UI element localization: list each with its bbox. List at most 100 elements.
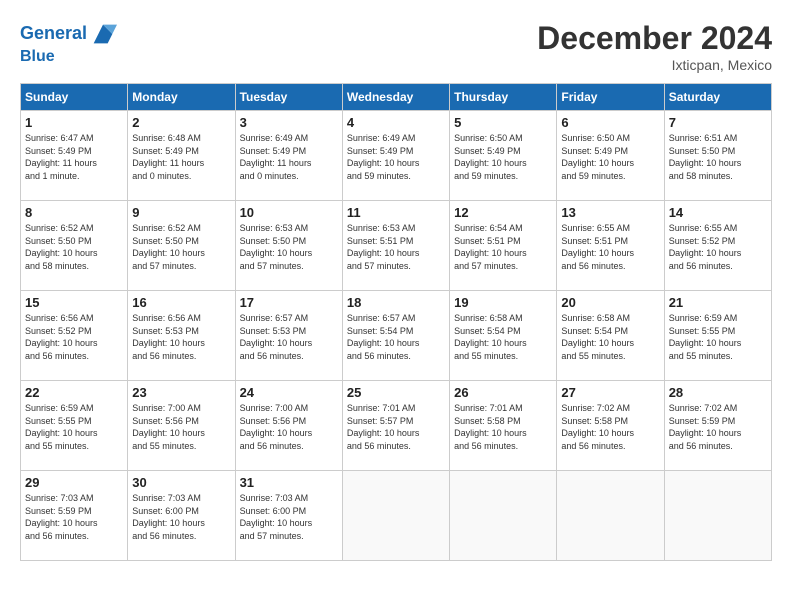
day-info: Sunrise: 6:59 AMSunset: 5:55 PMDaylight:…: [25, 402, 123, 452]
day-number: 1: [25, 115, 123, 130]
day-number: 24: [240, 385, 338, 400]
day-number: 9: [132, 205, 230, 220]
calendar-cell: 9 Sunrise: 6:52 AMSunset: 5:50 PMDaylight…: [128, 201, 235, 291]
calendar-cell: 24 Sunrise: 7:00 AMSunset: 5:56 PMDayligh…: [235, 381, 342, 471]
location-title: Ixticpan, Mexico: [537, 57, 772, 73]
day-info: Sunrise: 6:59 AMSunset: 5:55 PMDaylight:…: [669, 312, 767, 362]
calendar-cell: 6Sunrise: 6:50 AMSunset: 5:49 PMDaylight…: [557, 111, 664, 201]
day-info: Sunrise: 6:57 AMSunset: 5:53 PMDaylight:…: [240, 312, 338, 362]
calendar-cell: 26 Sunrise: 7:01 AMSunset: 5:58 PMDayligh…: [450, 381, 557, 471]
day-number: 16: [132, 295, 230, 310]
calendar-week-1: 1 Sunrise: 6:47 AMSunset: 5:49 PMDaylight…: [21, 111, 772, 201]
calendar-week-5: 29 Sunrise: 7:03 AMSunset: 5:59 PMDayligh…: [21, 471, 772, 561]
calendar-cell: 18 Sunrise: 6:57 AMSunset: 5:54 PMDayligh…: [342, 291, 449, 381]
day-info: Sunrise: 6:49 AMSunset: 5:49 PMDaylight:…: [347, 132, 445, 182]
calendar-cell: 15 Sunrise: 6:56 AMSunset: 5:52 PMDayligh…: [21, 291, 128, 381]
calendar-cell: 17Sunrise: 6:57 AMSunset: 5:53 PMDayligh…: [235, 291, 342, 381]
day-number: 27: [561, 385, 659, 400]
calendar-cell: 10Sunrise: 6:53 AMSunset: 5:50 PMDayligh…: [235, 201, 342, 291]
calendar-cell: 3Sunrise: 6:49 AMSunset: 5:49 PMDaylight…: [235, 111, 342, 201]
logo-text: General: [20, 24, 87, 44]
logo: General Blue: [20, 20, 117, 66]
day-info: Sunrise: 6:57 AMSunset: 5:54 PMDaylight:…: [347, 312, 445, 362]
calendar-cell: 1 Sunrise: 6:47 AMSunset: 5:49 PMDaylight…: [21, 111, 128, 201]
calendar-week-2: 8 Sunrise: 6:52 AMSunset: 5:50 PMDaylight…: [21, 201, 772, 291]
calendar-cell: 14Sunrise: 6:55 AMSunset: 5:52 PMDayligh…: [664, 201, 771, 291]
calendar-cell: 27Sunrise: 7:02 AMSunset: 5:58 PMDayligh…: [557, 381, 664, 471]
day-info: Sunrise: 7:03 AMSunset: 6:00 PMDaylight:…: [240, 492, 338, 542]
day-info: Sunrise: 7:01 AMSunset: 5:57 PMDaylight:…: [347, 402, 445, 452]
day-info: Sunrise: 6:52 AMSunset: 5:50 PMDaylight:…: [132, 222, 230, 272]
calendar-header-tuesday: Tuesday: [235, 84, 342, 111]
day-number: 8: [25, 205, 123, 220]
day-info: Sunrise: 6:55 AMSunset: 5:52 PMDaylight:…: [669, 222, 767, 272]
calendar-header-saturday: Saturday: [664, 84, 771, 111]
day-info: Sunrise: 6:52 AMSunset: 5:50 PMDaylight:…: [25, 222, 123, 272]
calendar-cell: 20Sunrise: 6:58 AMSunset: 5:54 PMDayligh…: [557, 291, 664, 381]
day-info: Sunrise: 6:58 AMSunset: 5:54 PMDaylight:…: [561, 312, 659, 362]
day-info: Sunrise: 7:00 AMSunset: 5:56 PMDaylight:…: [240, 402, 338, 452]
day-number: 31: [240, 475, 338, 490]
day-number: 30: [132, 475, 230, 490]
calendar-cell: 21 Sunrise: 6:59 AMSunset: 5:55 PMDayligh…: [664, 291, 771, 381]
day-info: Sunrise: 6:50 AMSunset: 5:49 PMDaylight:…: [454, 132, 552, 182]
day-number: 15: [25, 295, 123, 310]
calendar-cell: 16 Sunrise: 6:56 AMSunset: 5:53 PMDayligh…: [128, 291, 235, 381]
calendar-cell: 22 Sunrise: 6:59 AMSunset: 5:55 PMDayligh…: [21, 381, 128, 471]
day-number: 7: [669, 115, 767, 130]
calendar-cell: [342, 471, 449, 561]
calendar-cell: 11 Sunrise: 6:53 AMSunset: 5:51 PMDayligh…: [342, 201, 449, 291]
day-info: Sunrise: 6:55 AMSunset: 5:51 PMDaylight:…: [561, 222, 659, 272]
day-number: 19: [454, 295, 552, 310]
day-number: 29: [25, 475, 123, 490]
day-number: 26: [454, 385, 552, 400]
calendar-cell: 28 Sunrise: 7:02 AMSunset: 5:59 PMDayligh…: [664, 381, 771, 471]
calendar-cell: 30Sunrise: 7:03 AMSunset: 6:00 PMDayligh…: [128, 471, 235, 561]
day-info: Sunrise: 6:56 AMSunset: 5:52 PMDaylight:…: [25, 312, 123, 362]
day-number: 22: [25, 385, 123, 400]
day-info: Sunrise: 6:56 AMSunset: 5:53 PMDaylight:…: [132, 312, 230, 362]
calendar-cell: 23Sunrise: 7:00 AMSunset: 5:56 PMDayligh…: [128, 381, 235, 471]
calendar-header-friday: Friday: [557, 84, 664, 111]
title-area: December 2024 Ixticpan, Mexico: [537, 20, 772, 73]
header: General Blue December 2024 Ixticpan, Mex…: [20, 20, 772, 73]
day-info: Sunrise: 6:58 AMSunset: 5:54 PMDaylight:…: [454, 312, 552, 362]
day-number: 21: [669, 295, 767, 310]
calendar-cell: 25 Sunrise: 7:01 AMSunset: 5:57 PMDayligh…: [342, 381, 449, 471]
calendar-cell: 19 Sunrise: 6:58 AMSunset: 5:54 PMDayligh…: [450, 291, 557, 381]
day-info: Sunrise: 6:48 AMSunset: 5:49 PMDaylight:…: [132, 132, 230, 182]
calendar-header-sunday: Sunday: [21, 84, 128, 111]
day-number: 12: [454, 205, 552, 220]
calendar-table: SundayMondayTuesdayWednesdayThursdayFrid…: [20, 83, 772, 561]
day-info: Sunrise: 7:01 AMSunset: 5:58 PMDaylight:…: [454, 402, 552, 452]
day-number: 5: [454, 115, 552, 130]
calendar-cell: 8 Sunrise: 6:52 AMSunset: 5:50 PMDaylight…: [21, 201, 128, 291]
calendar-cell: 2 Sunrise: 6:48 AMSunset: 5:49 PMDaylight…: [128, 111, 235, 201]
day-info: Sunrise: 7:02 AMSunset: 5:59 PMDaylight:…: [669, 402, 767, 452]
day-number: 11: [347, 205, 445, 220]
calendar-header-row: SundayMondayTuesdayWednesdayThursdayFrid…: [21, 84, 772, 111]
calendar-body: 1 Sunrise: 6:47 AMSunset: 5:49 PMDaylight…: [21, 111, 772, 561]
calendar-cell: 4 Sunrise: 6:49 AMSunset: 5:49 PMDaylight…: [342, 111, 449, 201]
calendar-cell: 29 Sunrise: 7:03 AMSunset: 5:59 PMDayligh…: [21, 471, 128, 561]
day-number: 28: [669, 385, 767, 400]
day-number: 25: [347, 385, 445, 400]
calendar-cell: 7 Sunrise: 6:51 AMSunset: 5:50 PMDaylight…: [664, 111, 771, 201]
day-number: 2: [132, 115, 230, 130]
day-number: 18: [347, 295, 445, 310]
day-number: 13: [561, 205, 659, 220]
day-info: Sunrise: 6:51 AMSunset: 5:50 PMDaylight:…: [669, 132, 767, 182]
calendar-cell: [557, 471, 664, 561]
calendar-header-wednesday: Wednesday: [342, 84, 449, 111]
day-info: Sunrise: 7:03 AMSunset: 5:59 PMDaylight:…: [25, 492, 123, 542]
day-number: 4: [347, 115, 445, 130]
day-info: Sunrise: 6:53 AMSunset: 5:51 PMDaylight:…: [347, 222, 445, 272]
day-info: Sunrise: 6:50 AMSunset: 5:49 PMDaylight:…: [561, 132, 659, 182]
day-number: 23: [132, 385, 230, 400]
day-info: Sunrise: 6:47 AMSunset: 5:49 PMDaylight:…: [25, 132, 123, 182]
calendar-cell: 13 Sunrise: 6:55 AMSunset: 5:51 PMDayligh…: [557, 201, 664, 291]
month-title: December 2024: [537, 20, 772, 57]
logo-blue-text: Blue: [20, 48, 117, 66]
calendar-cell: 12Sunrise: 6:54 AMSunset: 5:51 PMDayligh…: [450, 201, 557, 291]
calendar-header-thursday: Thursday: [450, 84, 557, 111]
